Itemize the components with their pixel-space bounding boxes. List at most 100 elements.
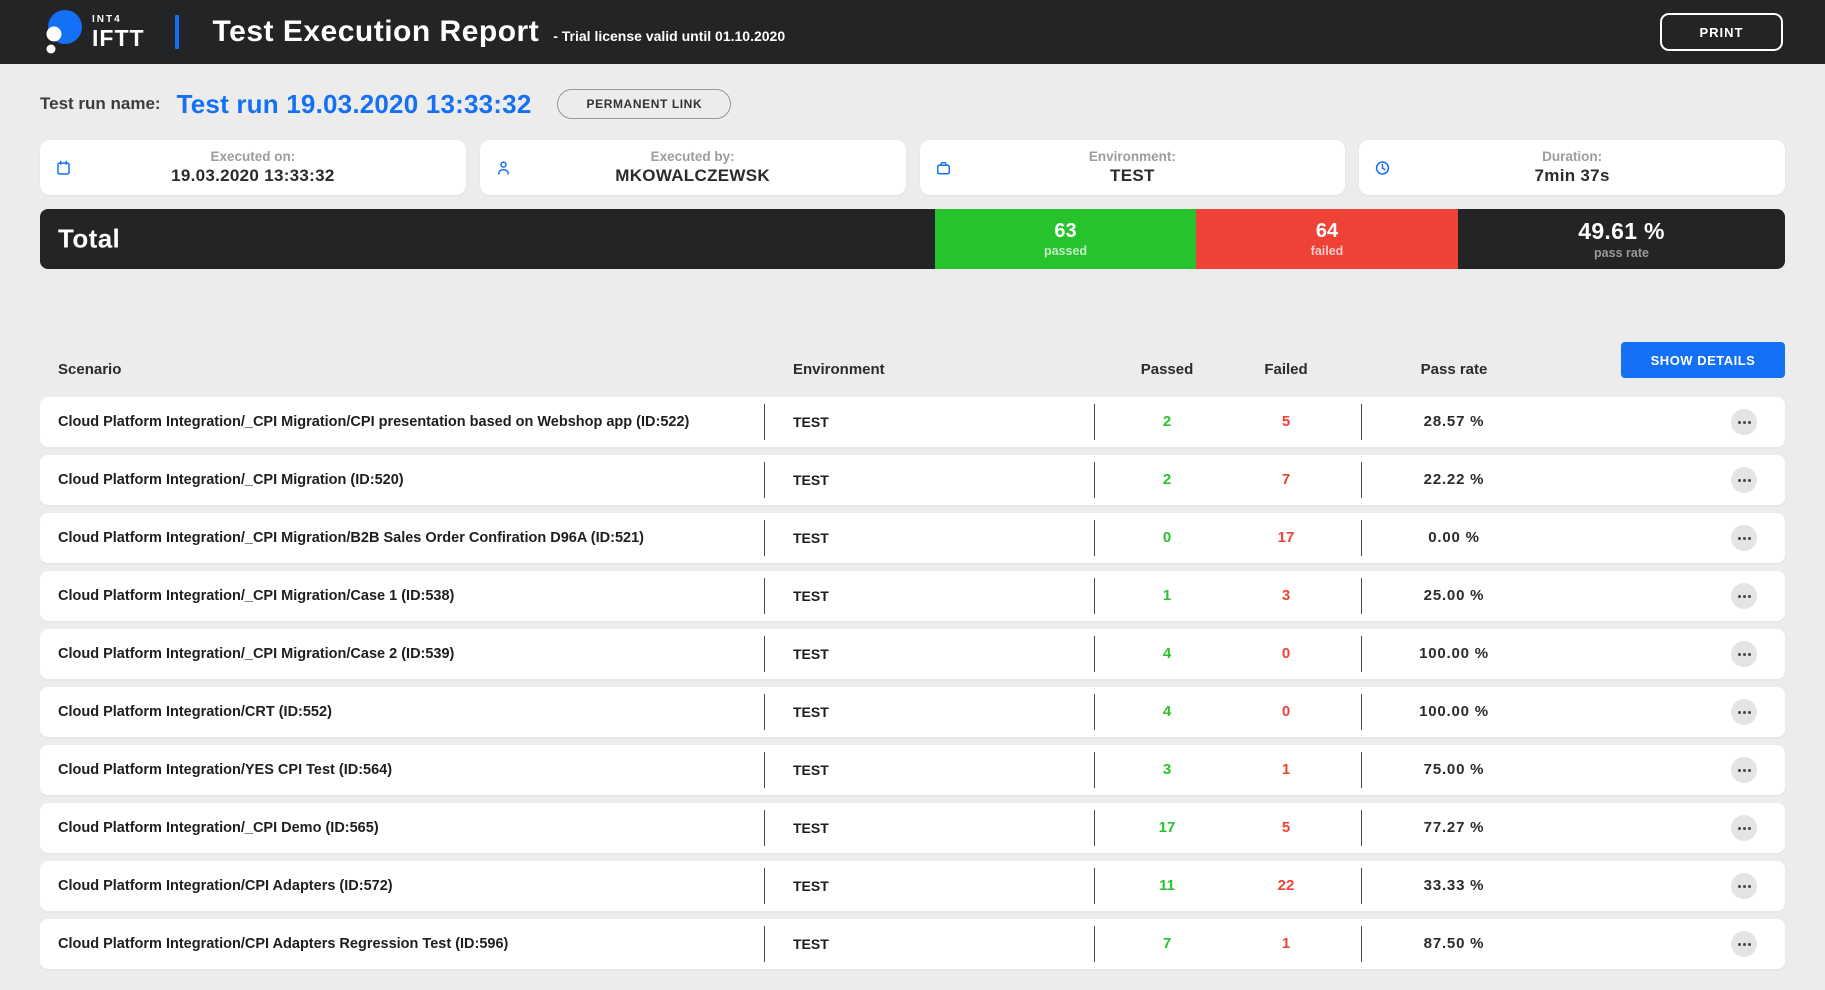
logo-text: INT4 IFTT [92,15,145,50]
scenario-table: Cloud Platform Integration/_CPI Migratio… [40,397,1785,969]
scenario-cell: Cloud Platform Integration/_CPI Migratio… [58,571,454,621]
column-divider [1094,868,1095,904]
environment-cell: TEST [793,629,829,679]
column-divider [764,404,765,440]
ellipsis-icon [1738,537,1741,540]
failed-segment: 64 failed [1196,209,1458,269]
environment-column-header: Environment [793,361,885,378]
executed-on-value: 19.03.2020 13:33:32 [171,166,335,186]
ellipsis-icon [1738,421,1741,424]
pass-rate-cell: 25.00 % [1374,571,1534,621]
scenario-cell: Cloud Platform Integration/CPI Adapters … [58,919,508,969]
row-menu-button[interactable] [1731,467,1757,493]
table-row: Cloud Platform Integration/CPI Adapters … [40,919,1785,969]
scenario-cell: Cloud Platform Integration/CRT (ID:552) [58,687,332,737]
environment-cell: TEST [793,455,829,505]
column-divider [764,578,765,614]
duration-label: Duration: [1542,149,1602,164]
total-label: Total [58,224,120,255]
failed-cell: 5 [1216,397,1356,447]
column-divider [1094,694,1095,730]
failed-cell: 0 [1216,687,1356,737]
table-row: Cloud Platform Integration/_CPI Migratio… [40,397,1785,447]
page-title: Test Execution Report [213,15,540,49]
pass-rate-cell: 87.50 % [1374,919,1534,969]
column-divider [1094,926,1095,962]
pass-rate-cell: 22.22 % [1374,455,1534,505]
int4-logo-icon [40,8,84,56]
app-header: INT4 IFTT Test Execution Report - Trial … [0,0,1825,64]
table-row: Cloud Platform Integration/YES CPI Test … [40,745,1785,795]
pass-rate-cell: 0.00 % [1374,513,1534,563]
ellipsis-icon [1738,885,1741,888]
executed-by-value: MKOWALCZEWSK [615,166,770,186]
ellipsis-icon [1738,479,1741,482]
table-row: Cloud Platform Integration/_CPI Migratio… [40,455,1785,505]
scenario-cell: Cloud Platform Integration/_CPI Migratio… [58,455,404,505]
info-cards: Executed on: 19.03.2020 13:33:32 Execute… [40,140,1785,195]
print-button[interactable]: PRINT [1660,13,1783,51]
pass-rate-cell: 33.33 % [1374,861,1534,911]
table-header: Scenario Environment Passed Failed Pass … [40,342,1785,380]
test-run-row: Test run name: Test run 19.03.2020 13:33… [40,86,1785,122]
row-menu-button[interactable] [1731,583,1757,609]
failed-cell: 1 [1216,745,1356,795]
row-menu-button[interactable] [1731,815,1757,841]
column-divider [1361,520,1362,556]
failed-cell: 5 [1216,803,1356,853]
permanent-link-button[interactable]: PERMANENT LINK [557,89,731,119]
failed-cell: 1 [1216,919,1356,969]
passed-caption: passed [1044,244,1087,258]
row-menu-button[interactable] [1731,525,1757,551]
column-divider [1361,694,1362,730]
table-row: Cloud Platform Integration/_CPI Migratio… [40,629,1785,679]
ellipsis-icon [1738,827,1741,830]
table-row: Cloud Platform Integration/_CPI Migratio… [40,571,1785,621]
failed-count: 64 [1316,220,1338,243]
ellipsis-icon [1738,653,1741,656]
pass-rate-cell: 77.27 % [1374,803,1534,853]
row-menu-button[interactable] [1731,757,1757,783]
show-details-button[interactable]: SHOW DETAILS [1621,342,1785,378]
environment-cell: TEST [793,571,829,621]
environment-cell: TEST [793,919,829,969]
executed-by-label: Executed by: [651,149,735,164]
row-menu-button[interactable] [1731,409,1757,435]
column-divider [1094,520,1095,556]
scenario-column-header: Scenario [58,361,121,378]
column-divider [1094,462,1095,498]
scenario-cell: Cloud Platform Integration/_CPI Migratio… [58,397,689,447]
row-menu-button[interactable] [1731,641,1757,667]
int4-iftt-logo: INT4 IFTT [40,8,145,56]
briefcase-icon [935,159,952,176]
pass-rate-cell: 28.57 % [1374,397,1534,447]
environment-cell: TEST [793,745,829,795]
executed-on-card: Executed on: 19.03.2020 13:33:32 [40,140,466,195]
column-divider [1094,404,1095,440]
column-divider [1361,404,1362,440]
environment-cell: TEST [793,803,829,853]
column-divider [764,462,765,498]
calendar-icon [55,159,72,176]
total-summary-bar: Total 63 passed 64 failed 49.61 % pass r… [40,209,1785,269]
pass-rate-value: 49.61 % [1578,218,1665,245]
row-menu-button[interactable] [1731,873,1757,899]
environment-value: TEST [1110,166,1155,186]
ellipsis-icon [1738,711,1741,714]
column-divider [764,810,765,846]
scenario-cell: Cloud Platform Integration/_CPI Migratio… [58,629,454,679]
ellipsis-icon [1738,769,1741,772]
failed-cell: 17 [1216,513,1356,563]
failed-cell: 0 [1216,629,1356,679]
scenario-cell: Cloud Platform Integration/YES CPI Test … [58,745,392,795]
row-menu-button[interactable] [1731,931,1757,957]
title-divider [175,15,179,49]
pass-rate-column-header: Pass rate [1374,361,1534,378]
passed-count: 63 [1054,220,1076,243]
table-row: Cloud Platform Integration/_CPI Demo (ID… [40,803,1785,853]
duration-value: 7min 37s [1535,166,1610,186]
failed-cell: 7 [1216,455,1356,505]
table-row: Cloud Platform Integration/_CPI Migratio… [40,513,1785,563]
row-menu-button[interactable] [1731,699,1757,725]
failed-cell: 3 [1216,571,1356,621]
